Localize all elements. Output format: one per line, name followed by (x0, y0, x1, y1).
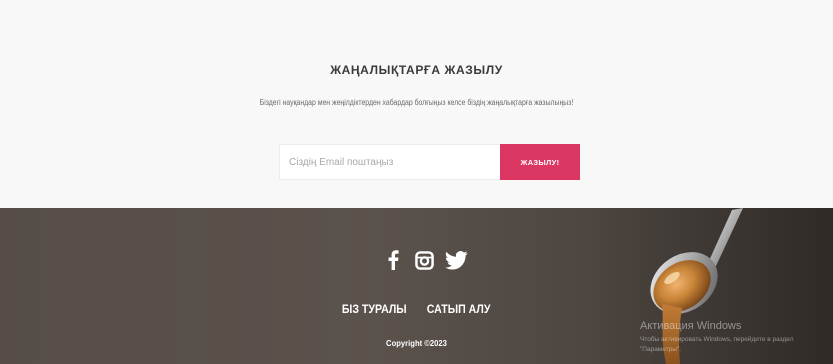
newsletter-form: ЖАЗЫЛУ! (279, 144, 580, 180)
windows-activation-watermark: Активация Windows Чтобы активировать Win… (640, 320, 830, 355)
footer-nav: БІЗ ТУРАЛЫ САТЫП АЛУ (0, 300, 833, 318)
social-links (381, 249, 468, 271)
newsletter-subtitle: Біздегі науқандар мен жеңілдіктерден хаб… (259, 98, 574, 107)
subscribe-button[interactable]: ЖАЗЫЛУ! (500, 144, 580, 180)
newsletter-title: ЖАҢАЛЫҚТАРҒА ЖАЗЫЛУ (330, 63, 503, 77)
twitter-icon[interactable] (444, 249, 468, 271)
footer-link-shop[interactable]: САТЫП АЛУ (427, 304, 491, 316)
email-input[interactable] (279, 144, 500, 180)
instagram-icon[interactable] (412, 249, 436, 271)
footer: БІЗ ТУРАЛЫ САТЫП АЛУ Copyright ©2023 Акт… (0, 208, 833, 364)
facebook-icon[interactable] (381, 249, 405, 271)
footer-link-about[interactable]: БІЗ ТУРАЛЫ (342, 304, 407, 316)
watermark-text: Чтобы активировать Windows, перейдите в … (640, 336, 794, 353)
watermark-title: Активация Windows (640, 320, 742, 332)
newsletter-section: ЖАҢАЛЫҚТАРҒА ЖАЗЫЛУ Біздегі науқандар ме… (0, 0, 833, 208)
